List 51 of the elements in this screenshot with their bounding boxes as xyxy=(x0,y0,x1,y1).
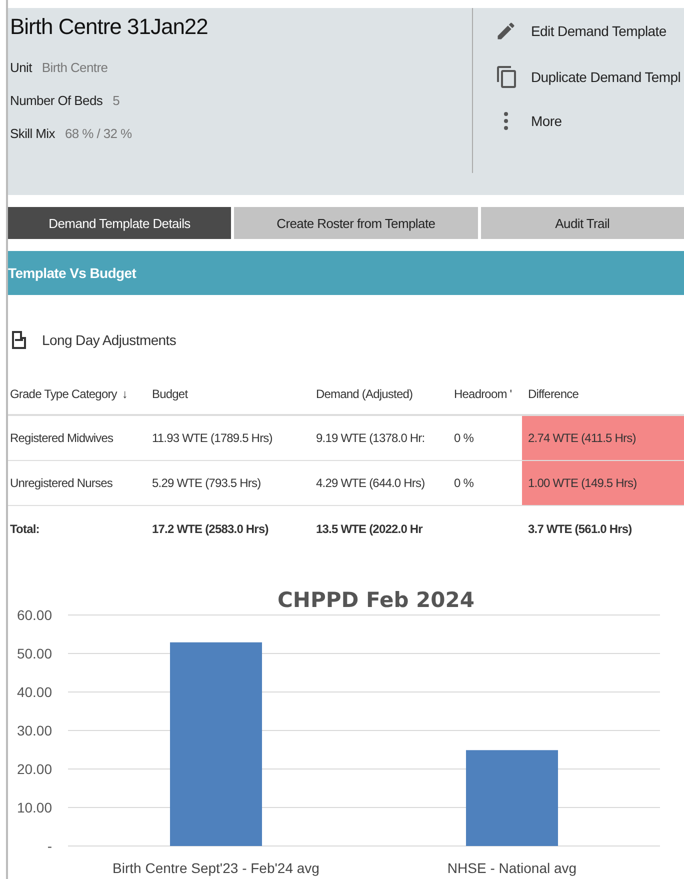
axis-label: - xyxy=(47,838,52,854)
axis-label: Birth Centre Sept'23 - Feb'24 avg xyxy=(112,860,320,876)
axis-label: 20.00 xyxy=(16,761,52,777)
column-title[interactable]: Grade Type Category xyxy=(10,387,117,401)
column-header[interactable]: Grade Type Category ↓ xyxy=(8,374,148,416)
axis-label: 60.00 xyxy=(16,607,52,623)
page-title: Birth Centre 31Jan22 xyxy=(10,14,209,40)
tab[interactable]: Create Roster from Template xyxy=(234,207,478,239)
action-link[interactable]: Edit Demand Template xyxy=(531,23,666,39)
field-value: 5 xyxy=(112,93,120,108)
field-label: Unit xyxy=(10,60,32,75)
table-cell: 4.29 WTE (644.0 Hrs) xyxy=(312,461,450,506)
axis-label: 30.00 xyxy=(16,722,52,738)
field-value: Birth Centre xyxy=(42,60,108,75)
axis-label: 10.00 xyxy=(16,800,52,816)
column-header[interactable]: Headroom ' xyxy=(450,374,522,416)
table-cell: Registered Midwives xyxy=(8,416,148,461)
tab[interactable]: Audit Trail xyxy=(480,207,684,239)
sort-arrow-icon[interactable]: ↓ xyxy=(122,387,128,401)
table-cell: 1.00 WTE (149.5 Hrs) xyxy=(522,461,684,506)
total-cell-text: 13.5 WTE (2022.0 Hr xyxy=(315,520,424,538)
table-cell: 5.29 WTE (793.5 Hrs) xyxy=(148,461,312,506)
table-cell: Unregistered Nurses xyxy=(8,461,148,506)
document-icon[interactable] xyxy=(10,330,28,350)
action-link[interactable]: More xyxy=(531,113,562,129)
axis-label: 50.00 xyxy=(16,646,52,662)
section-title: Template Vs Budget xyxy=(8,265,136,281)
total-cell-text: 17.2 WTE (2583.0 Hrs) xyxy=(151,520,270,538)
column-title[interactable]: Budget xyxy=(152,387,188,401)
column-title[interactable]: Headroom ' xyxy=(454,387,512,401)
action-link[interactable]: Duplicate Demand Templ xyxy=(531,69,681,85)
field-label: Skill Mix xyxy=(10,126,55,141)
more-icon xyxy=(504,112,508,130)
total-cell-text: 3.7 WTE (561.0 Hrs) xyxy=(527,520,633,538)
field-value: 68 % / 32 % xyxy=(64,126,132,141)
pencil-icon xyxy=(495,20,517,42)
axis-label: 40.00 xyxy=(16,684,52,700)
table-cell: 11.93 WTE (1789.5 Hrs) xyxy=(148,416,312,461)
chart-title: CHPPD Feb 2024 xyxy=(277,588,475,612)
toggle-label[interactable]: Long Day Adjustments xyxy=(42,332,176,348)
column-title[interactable]: Difference xyxy=(528,387,578,401)
column-title[interactable]: Demand (Adjusted) xyxy=(316,387,413,401)
column-header[interactable]: Demand (Adjusted) xyxy=(312,374,450,416)
field-label: Number Of Beds xyxy=(10,93,103,108)
table-cell: 2.74 WTE (411.5 Hrs) xyxy=(522,416,684,461)
table-cell: 9.19 WTE (1378.0 Hr: xyxy=(312,416,450,461)
copy-icon xyxy=(496,66,516,88)
column-header[interactable]: Budget xyxy=(148,374,312,416)
tab[interactable]: Demand Template Details xyxy=(8,207,231,239)
total-cell-text: Total: xyxy=(9,520,40,538)
axis-label: NHSE - National avg xyxy=(447,860,577,876)
